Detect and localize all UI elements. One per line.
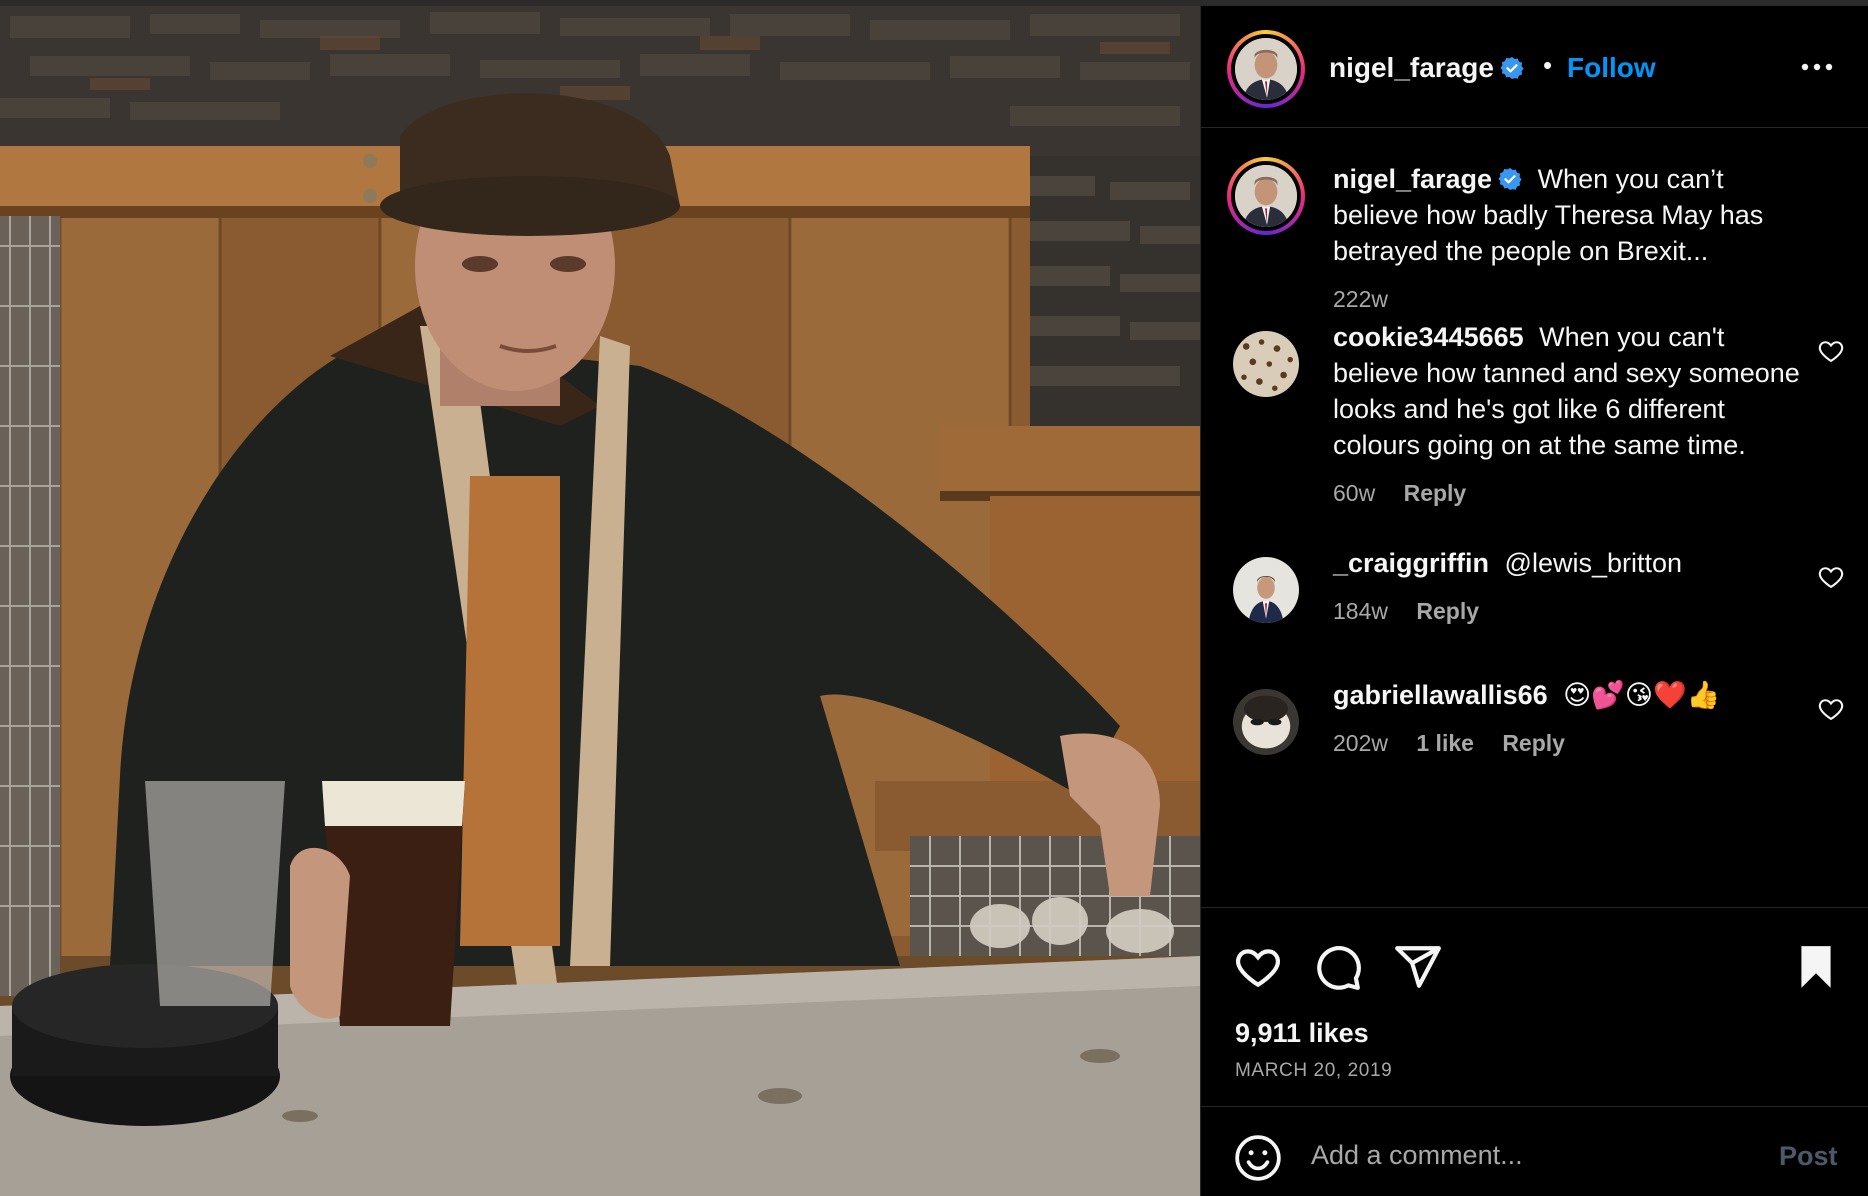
reply-button[interactable]: Reply <box>1416 598 1479 624</box>
comment-time[interactable]: 60w <box>1333 480 1375 506</box>
post-footer: 9,911 likes MARCH 20, 2019 Post <box>1201 907 1868 1196</box>
author-avatar[interactable] <box>1227 30 1305 108</box>
comment-username[interactable]: gabriellawallis66 <box>1333 680 1548 710</box>
caption-body: nigel_farage When you can’t believe how … <box>1333 161 1803 317</box>
verified-badge-icon <box>1498 168 1522 190</box>
avatar-photo <box>1233 689 1299 755</box>
caption-meta: 222w <box>1333 281 1803 317</box>
commenter-avatar[interactable] <box>1233 557 1299 623</box>
like-comment-heart-icon[interactable] <box>1817 337 1845 365</box>
avatar-photo <box>1233 331 1299 397</box>
author-username-text[interactable]: nigel_farage <box>1329 52 1494 83</box>
avatar-photo <box>1235 165 1297 227</box>
comment-icon[interactable] <box>1313 942 1363 992</box>
verified-badge-icon <box>1500 57 1524 79</box>
post-date: MARCH 20, 2019 <box>1235 1060 1393 1081</box>
comments-list[interactable]: nigel_farage When you can’t believe how … <box>1201 129 1868 907</box>
header-separator: • <box>1543 50 1553 80</box>
comment-input[interactable] <box>1311 1129 1771 1181</box>
likes-count[interactable]: 9,911 likes <box>1235 1018 1369 1049</box>
comment-text: 😍💕😘❤️👍 <box>1563 680 1721 710</box>
post-photo[interactable] <box>0 6 1200 1196</box>
comment-username[interactable]: cookie3445665 <box>1333 322 1524 352</box>
author-username[interactable]: nigel_farage <box>1329 52 1524 84</box>
caption-username[interactable]: nigel_farage <box>1333 164 1522 194</box>
photo-illustration <box>0 6 1200 1196</box>
commenter-avatar[interactable] <box>1233 331 1299 397</box>
comment-meta: 184w Reply <box>1333 593 1803 629</box>
like-comment-heart-icon[interactable] <box>1817 563 1845 591</box>
avatar-photo <box>1235 38 1297 100</box>
post-header: nigel_farage • Follow <box>1201 6 1868 128</box>
comment-time[interactable]: 184w <box>1333 598 1388 624</box>
comment-meta: 60w Reply <box>1333 475 1803 511</box>
caption-time[interactable]: 222w <box>1333 286 1388 312</box>
comment-text[interactable]: @lewis_britton <box>1505 548 1682 578</box>
comment-meta: 202w 1 like Reply <box>1333 725 1803 761</box>
bookmark-icon[interactable] <box>1791 942 1841 992</box>
comment-body: _craiggriffin @lewis_britton 184w Reply <box>1333 545 1803 629</box>
comment-time[interactable]: 202w <box>1333 730 1388 756</box>
share-icon[interactable] <box>1393 942 1443 992</box>
more-icon[interactable] <box>1797 52 1837 82</box>
avatar-photo <box>1233 557 1299 623</box>
like-comment-heart-icon[interactable] <box>1817 695 1845 723</box>
comment-body: gabriellawallis66 😍💕😘❤️👍 202w 1 like Rep… <box>1333 677 1803 761</box>
reply-button[interactable]: Reply <box>1404 480 1467 506</box>
reply-button[interactable]: Reply <box>1502 730 1565 756</box>
comment-body: cookie3445665 When you can't believe how… <box>1333 319 1803 511</box>
emoji-icon[interactable] <box>1233 1133 1283 1183</box>
post-detail-panel: nigel_farage • Follow nigel_farage When … <box>1200 6 1868 1196</box>
caption-avatar[interactable] <box>1227 157 1305 235</box>
add-comment-bar: Post <box>1201 1106 1868 1196</box>
post-comment-button[interactable]: Post <box>1779 1141 1838 1172</box>
comment-likes[interactable]: 1 like <box>1416 730 1474 756</box>
commenter-avatar[interactable] <box>1233 689 1299 755</box>
comment-username[interactable]: _craiggriffin <box>1333 548 1489 578</box>
heart-icon[interactable] <box>1233 942 1283 992</box>
follow-button[interactable]: Follow <box>1567 52 1656 84</box>
caption-username-text[interactable]: nigel_farage <box>1333 164 1492 194</box>
